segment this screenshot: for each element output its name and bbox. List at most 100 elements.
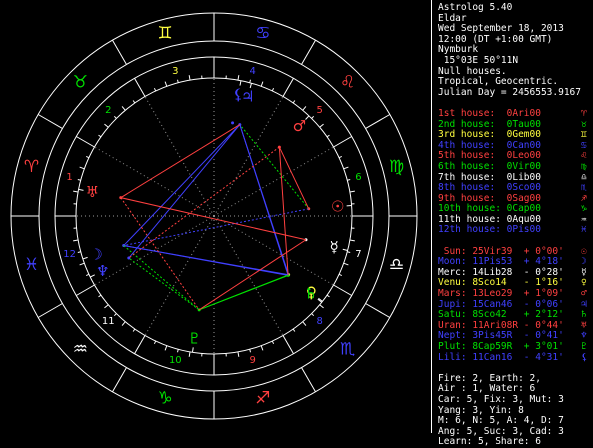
house-number: 2 — [105, 105, 111, 116]
aries-icon: ♈ — [581, 109, 587, 120]
degree-tick — [73, 240, 78, 241]
degree-tick — [339, 274, 342, 275]
house-number: 3 — [172, 66, 178, 77]
aspect-line — [279, 147, 308, 209]
degree-tick — [350, 191, 355, 192]
degree-tick — [350, 240, 355, 241]
degree-tick — [312, 116, 314, 118]
house-number: 4 — [250, 66, 256, 77]
house-number: 10 — [169, 355, 182, 366]
aquarius-icon: ♒ — [73, 340, 88, 360]
mars-icon: ♂ — [293, 117, 306, 135]
planet-row-text: Sun: 25Vir39 + 0°00' — [438, 246, 564, 257]
degree-tick — [154, 88, 155, 91]
aspect-line — [121, 198, 306, 240]
house-number: 11 — [102, 316, 115, 327]
planet-row-text: Venu: 8Sco14 - 1°16' — [438, 277, 564, 288]
house-row-text: 8th house: 0Sco00 — [438, 182, 541, 193]
degree-tick — [293, 100, 295, 102]
aspect-line — [240, 125, 289, 275]
pluto-icon: ♇ — [581, 342, 587, 353]
house-cusp-tick — [334, 285, 352, 296]
sign-cusp-line — [38, 115, 62, 129]
degree-tick — [122, 106, 125, 110]
degree-tick — [312, 314, 314, 316]
house-row: 12th house: 0Pis00♓ — [438, 225, 593, 236]
sign-cusp-line — [113, 40, 127, 64]
saturn-icon: ♄ — [304, 285, 317, 303]
house-number: 7 — [355, 249, 361, 260]
sagittarius-icon: ♐ — [255, 389, 270, 409]
neptune-icon: ♆ — [96, 262, 109, 280]
degree-tick — [86, 156, 89, 157]
degree-tick — [344, 263, 349, 265]
degree-tick — [250, 349, 251, 352]
degree-tick — [327, 135, 329, 137]
degree-tick — [98, 135, 100, 137]
virgo-icon: ♍ — [389, 157, 404, 177]
degree-tick — [98, 295, 100, 297]
sign-cusp-line — [366, 115, 390, 129]
summary-list: Fire: 2, Earth: 2,Air : 1, Water: 6Car: … — [438, 374, 593, 448]
house-number: 9 — [250, 355, 256, 366]
aspect-line — [129, 125, 240, 258]
degree-tick — [165, 82, 167, 87]
house-number: 6 — [355, 172, 361, 183]
planet-point — [231, 121, 234, 124]
degree-tick — [189, 352, 190, 357]
house-cusp-tick — [135, 336, 146, 354]
house-list: 1st house: 0Ari00♈2nd house: 0Tau00♉3rd … — [438, 109, 593, 236]
virgo-icon: ♍ — [581, 162, 587, 173]
planet-list: Sun: 25Vir39 + 0°00'☉Moon: 11Pis53 + 4°1… — [438, 247, 593, 364]
house-number: 8 — [317, 316, 323, 327]
degree-tick — [303, 322, 306, 326]
degree-tick — [261, 82, 263, 87]
planet-marker — [83, 257, 88, 259]
aries-icon: ♈ — [24, 157, 39, 177]
leo-icon: ♌ — [340, 72, 355, 92]
uranus-icon: ♅ — [86, 183, 99, 201]
degree-tick — [272, 88, 273, 91]
degree-tick — [178, 80, 179, 83]
house-row-text: 10th house: 0Cap00 — [438, 203, 541, 214]
degree-tick — [347, 252, 350, 253]
degree-tick — [80, 167, 85, 169]
sign-cusp-line — [366, 304, 390, 318]
sun-icon: ☉ — [331, 198, 344, 216]
degree-tick — [344, 167, 349, 169]
house-number: 1 — [66, 172, 72, 183]
planet-marker — [343, 249, 348, 250]
summary-line: Ang: 5, Suc: 3, Cad: 3 — [438, 427, 593, 438]
house-cusp-tick — [283, 336, 294, 354]
degree-tick — [238, 352, 239, 357]
house-cusp-tick — [76, 285, 94, 296]
house-cusp-line — [145, 216, 214, 336]
sign-cusp-line — [302, 40, 316, 64]
degree-tick — [303, 106, 306, 110]
pisces-icon: ♓ — [581, 225, 587, 236]
house-row-text: 1st house: 0Ari00 — [438, 108, 541, 119]
aspect-line — [124, 246, 289, 275]
sign-cusp-line — [38, 304, 62, 318]
house-cusp-line — [214, 216, 283, 336]
scorpio-icon: ♏ — [340, 340, 355, 360]
degree-tick — [73, 191, 78, 192]
degree-tick — [133, 100, 135, 102]
aspect-line — [240, 125, 309, 209]
pisces-icon: ♓ — [24, 255, 39, 275]
planet-marker — [192, 347, 193, 352]
lilith-icon: ⚸ — [581, 353, 588, 364]
planet-row-text: Jupi: 15Can46 - 0°06' — [438, 299, 564, 310]
aspect-line — [124, 209, 309, 246]
mercury-icon: ☿ — [329, 238, 338, 256]
degree-tick — [320, 305, 324, 308]
house-cusp-line — [214, 216, 334, 285]
house-cusp-tick — [334, 137, 352, 148]
capricorn-icon: ♑ — [157, 389, 172, 409]
planet-row-text: Merc: 14Lib28 - 0°28' — [438, 267, 564, 278]
planet-row-text: Nept: 3Pis45R - 0°41' — [438, 330, 564, 341]
chart-wheel-svg: ♈♉♊♋♌♍♎♏♐♑♒♓123456789101112☉☽☿♀♂♃♄♅♆♇⚸ — [0, 0, 430, 433]
planet-row-text: Satu: 8Sco42 + 2°12' — [438, 309, 564, 320]
degree-tick — [327, 295, 329, 297]
degree-tick — [114, 116, 116, 118]
